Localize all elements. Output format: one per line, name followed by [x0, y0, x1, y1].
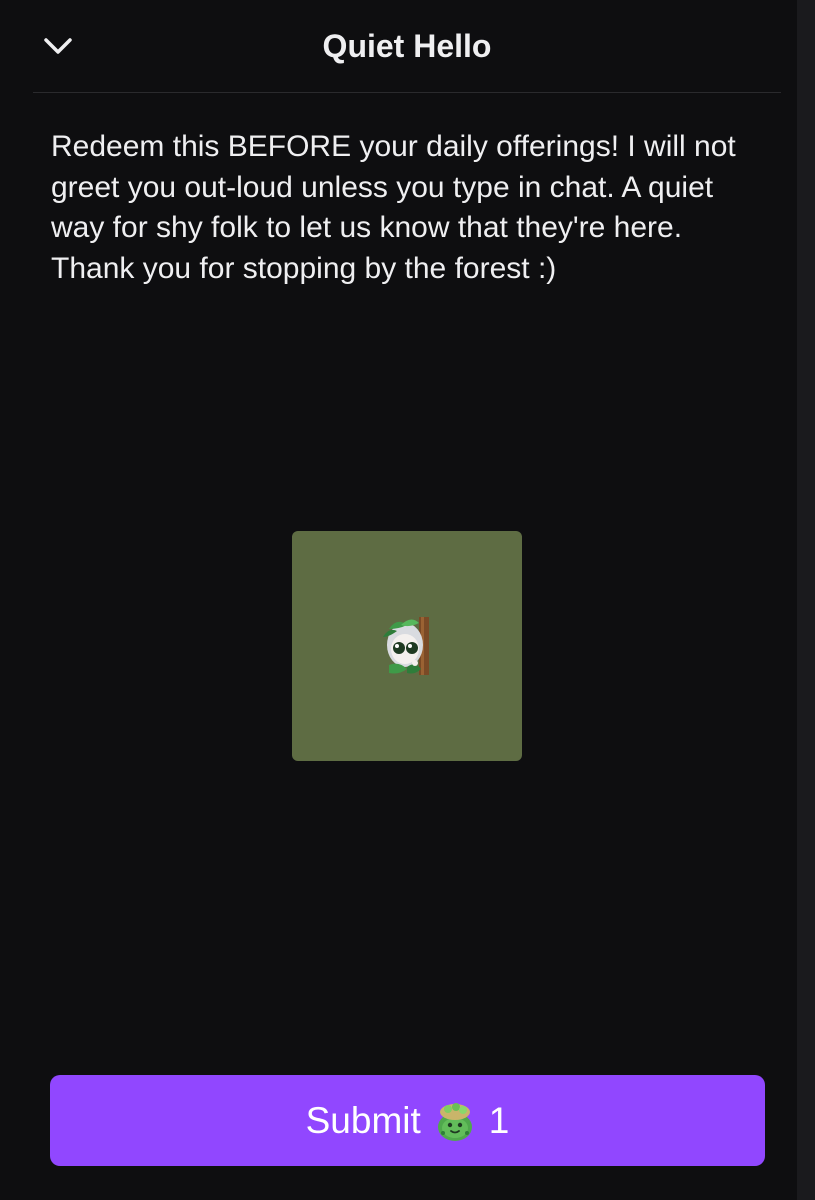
reward-header: Quiet Hello — [33, 0, 781, 93]
reward-description: Redeem this BEFORE your daily offerings!… — [51, 130, 736, 285]
channel-points-icon — [437, 1102, 472, 1141]
submit-button[interactable]: Submit 1 — [50, 1075, 765, 1166]
submit-label: Submit — [305, 1099, 421, 1141]
collapse-button[interactable] — [38, 26, 78, 66]
forest-girl-emote-icon — [383, 617, 429, 675]
reward-panel: Quiet Hello Redeem this BEFORE your dail… — [0, 0, 797, 1200]
points-cost: 1 — [488, 1099, 510, 1141]
chevron-down-icon — [44, 38, 72, 54]
reward-image — [292, 531, 522, 761]
scrollbar-track — [797, 0, 815, 1200]
reward-title: Quiet Hello — [322, 28, 492, 64]
